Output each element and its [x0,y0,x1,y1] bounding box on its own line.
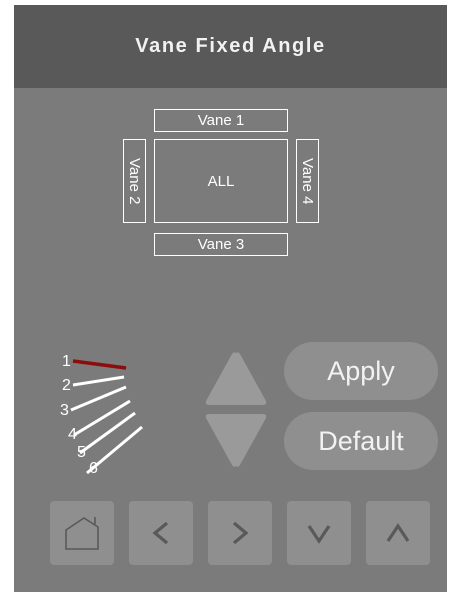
left-button[interactable] [129,501,193,565]
angle-label-3: 3 [60,402,69,419]
default-label: Default [318,425,404,456]
triangle-up-icon [205,352,267,405]
angle-label-2: 2 [62,377,71,394]
chevron-down-icon [307,525,331,544]
vane-3-button[interactable]: Vane 3 [154,233,288,256]
angle-line-3 [70,385,127,412]
angle-label-4: 4 [68,426,77,443]
home-icon [65,517,99,550]
angle-label-6: 6 [89,460,98,475]
angle-down-button[interactable] [203,412,269,470]
vane-all-button[interactable]: ALL [154,139,288,223]
page-title: Vane Fixed Angle [135,35,326,57]
angle-line-5 [79,411,136,455]
angle-indicator: 1 2 3 4 5 6 [60,353,143,475]
triangle-down-icon [205,414,267,467]
apply-button[interactable]: Apply [284,342,438,400]
vane-all-label: ALL [207,172,235,190]
home-button[interactable] [50,501,114,565]
screen: Vane Fixed Angle Vane 1 ALL Vane 3 Vane … [14,5,447,592]
vane-1-button[interactable]: Vane 1 [154,109,288,132]
right-button[interactable] [208,501,272,565]
chevron-up-icon [386,523,410,542]
angle-label-5: 5 [77,444,86,461]
header: Vane Fixed Angle [14,5,447,88]
angle-label-1: 1 [62,353,71,370]
apply-label: Apply [327,355,395,386]
vane-4-button[interactable]: Vane 4 [296,139,319,223]
chevron-left-icon [152,521,169,545]
default-button[interactable]: Default [284,412,438,470]
up-button[interactable] [366,501,430,565]
angle-line-1 [72,359,127,370]
vane-2-button[interactable]: Vane 2 [123,139,146,223]
angle-up-button[interactable] [203,349,269,407]
vane-3-label: Vane 3 [197,236,245,253]
vane-2-label: Vane 2 [126,157,143,205]
angle-line-2 [72,375,125,387]
chevron-right-icon [232,521,249,545]
vane-1-label: Vane 1 [197,112,245,129]
down-button[interactable] [287,501,351,565]
vane-4-label: Vane 4 [299,157,316,205]
